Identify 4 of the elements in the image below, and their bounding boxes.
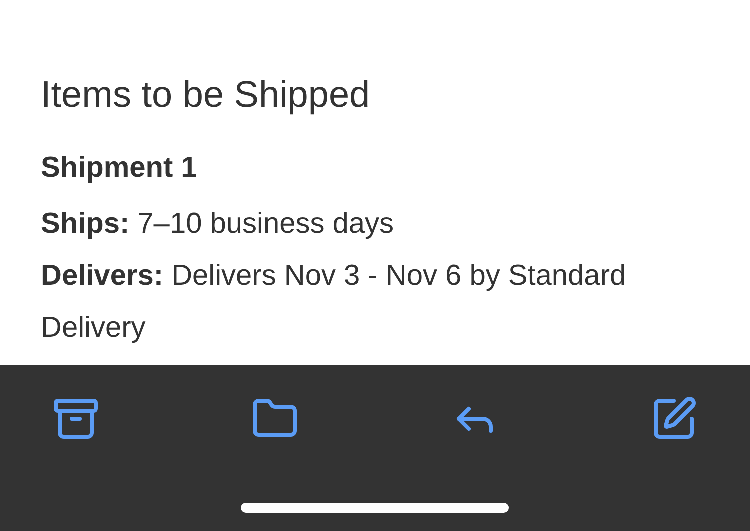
section-title: Items to be Shipped (41, 73, 370, 117)
shipment-detail: Delivers: Delivers Nov 3 - Nov 6 by Standard Delivery (41, 259, 628, 346)
shipment-detail: Ships: 7–10 business days (41, 207, 396, 242)
shipment-heading: Shipment 1 (41, 151, 198, 186)
